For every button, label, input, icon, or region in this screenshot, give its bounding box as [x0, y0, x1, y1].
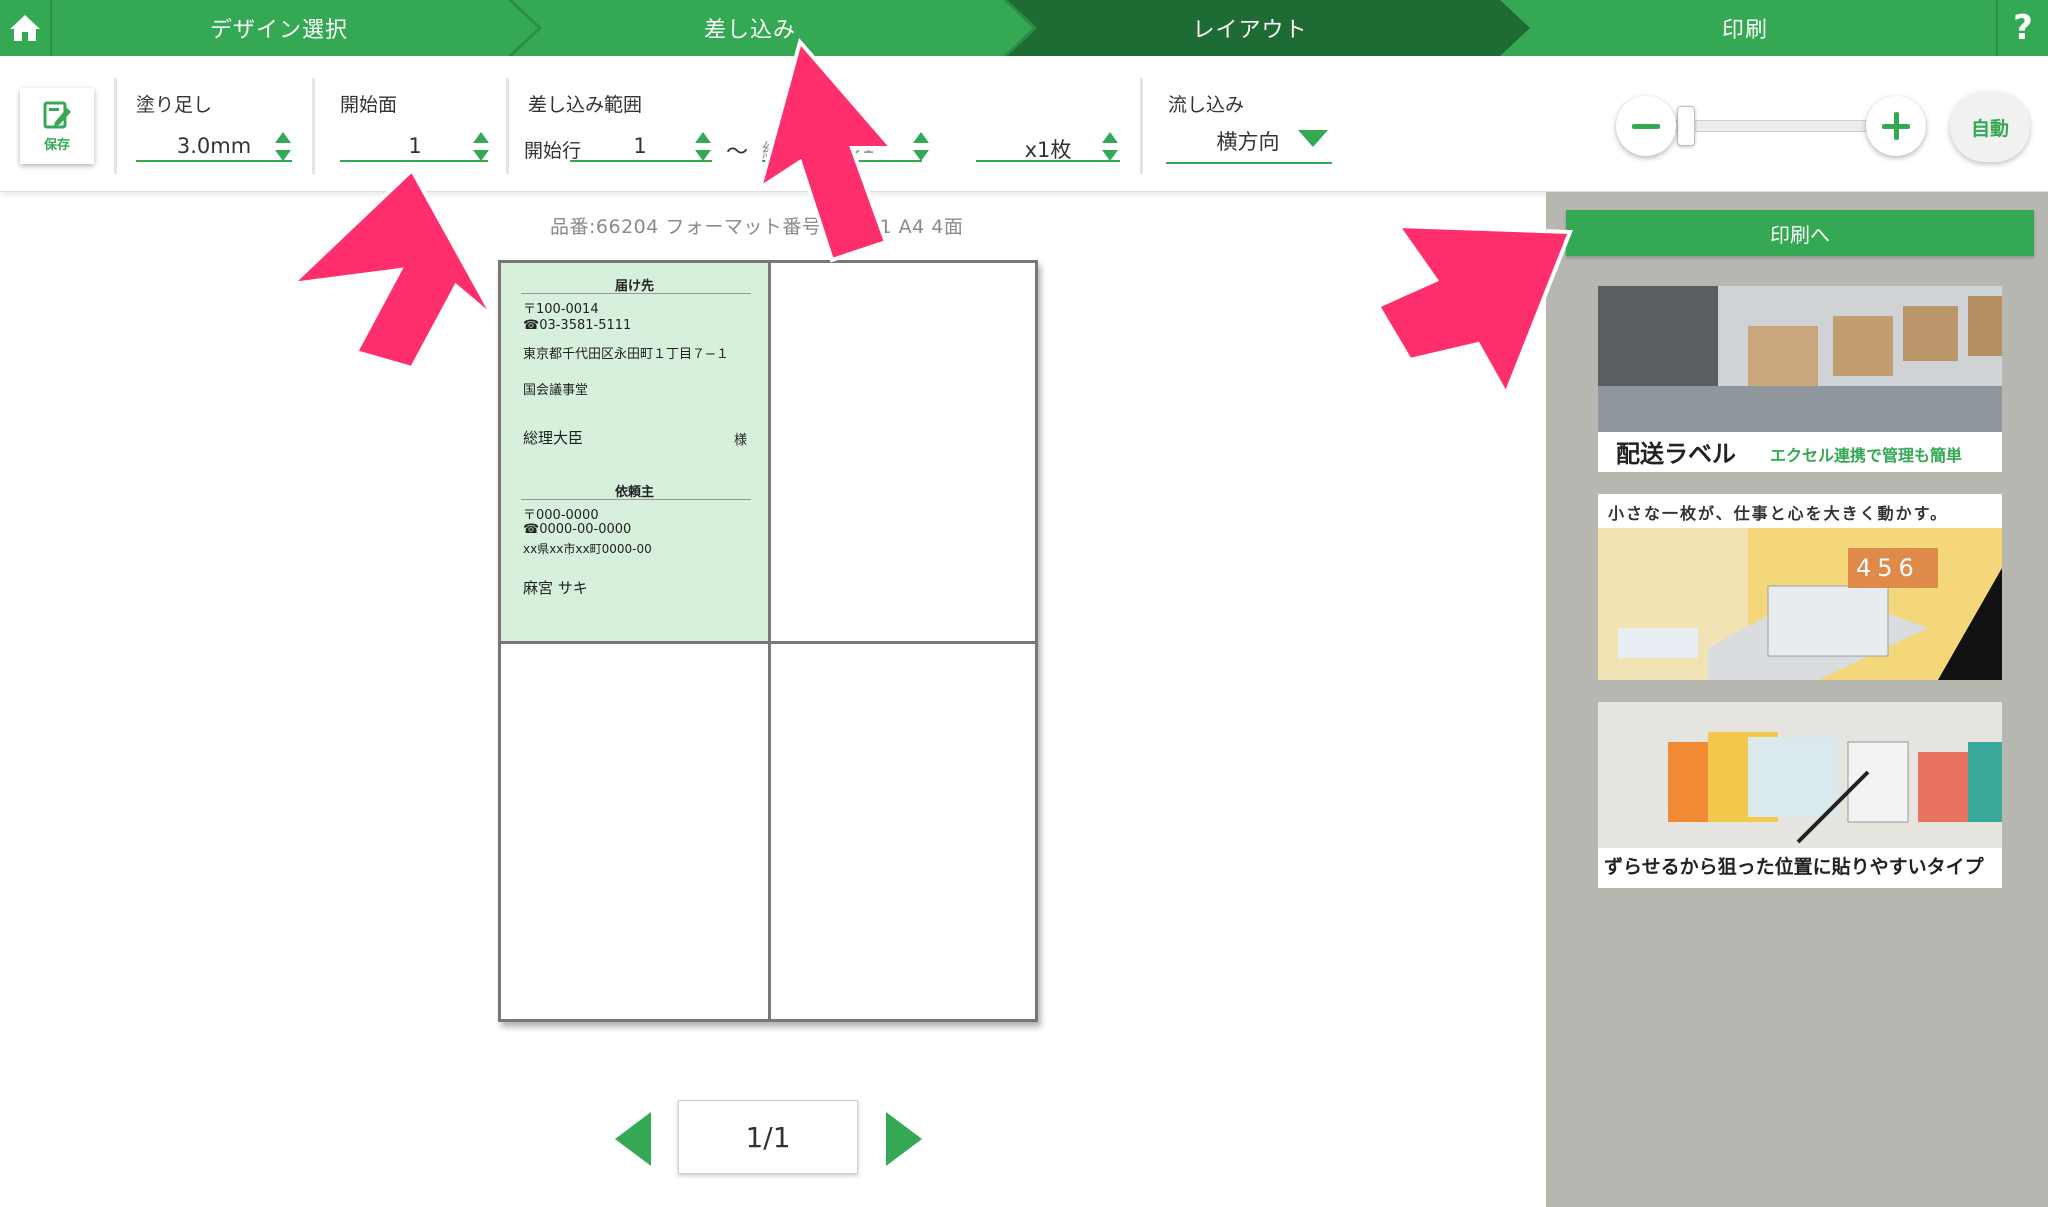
start-row-stepper[interactable]: [694, 132, 712, 164]
from-phone: ☎0000-00-0000: [523, 522, 632, 537]
divider: [312, 78, 315, 174]
to-address: 東京都千代田区永田町１丁目７−１: [523, 347, 729, 362]
page-indicator: 1/1: [678, 1100, 858, 1174]
range-separator: 〜: [726, 140, 749, 165]
save-icon: [43, 101, 71, 128]
label-cell-1[interactable]: 届け先 〒100-0014 ☎03-3581-5111 東京都千代田区永田町１丁…: [501, 263, 768, 641]
to-phone: ☎03-3581-5111: [523, 318, 632, 333]
step-print[interactable]: 印刷: [1530, 0, 1960, 56]
minus-icon: [1632, 123, 1660, 129]
save-button[interactable]: 保存: [20, 88, 94, 164]
end-stepper[interactable]: [912, 132, 930, 164]
from-name: 麻宮 サキ: [523, 579, 588, 597]
flow-label: 流し込み: [1168, 94, 1245, 116]
from-postal: 〒000-0000: [523, 508, 599, 523]
bleed-underline: [136, 160, 292, 162]
ad-image: [1598, 702, 2002, 848]
to-name: 総理大臣: [523, 429, 584, 447]
flow-dropdown-icon[interactable]: [1298, 130, 1328, 147]
arrow-icon: [286, 166, 496, 371]
divider: [521, 293, 751, 294]
divider: [521, 499, 751, 500]
step-bar: デザイン選択 差し込み レイアウト 印刷 ?: [0, 0, 2048, 56]
to-building: 国会議事堂: [523, 383, 589, 398]
start-row-label: 開始行: [524, 140, 582, 162]
step-layout[interactable]: レイアウト: [1035, 0, 1465, 56]
divider: [114, 78, 117, 174]
bleed-stepper[interactable]: [274, 132, 292, 164]
ad1-subcaption: エクセル連携で管理も簡単: [1770, 446, 1963, 465]
next-page-button[interactable]: [886, 1112, 922, 1166]
cell-divider: [501, 641, 1035, 644]
start-face-label: 開始面: [340, 94, 398, 116]
zoom-in-button[interactable]: [1866, 96, 1926, 156]
to-header: 届け先: [614, 279, 654, 294]
ad-banner-slide-label[interactable]: ずらせるから狙った位置に貼りやすいタイプ: [1598, 702, 2002, 888]
help-button[interactable]: ?: [1996, 0, 2048, 56]
bleed-label: 塗り足し: [136, 94, 213, 116]
go-to-print-button[interactable]: 印刷へ: [1566, 210, 2034, 256]
start-face-stepper[interactable]: [472, 132, 490, 164]
product-info: 品番:66204 フォーマット番号:4A411 A4 4面: [550, 216, 964, 238]
step-merge[interactable]: 差し込み: [540, 0, 960, 56]
start-row-value[interactable]: 1: [580, 134, 700, 158]
ad3-caption: ずらせるから狙った位置に貼りやすいタイプ: [1604, 856, 1984, 878]
start-face-value[interactable]: 1: [340, 134, 490, 158]
arrow-icon: [1375, 223, 1573, 399]
save-label: 保存: [43, 137, 70, 153]
zoom-slider-thumb[interactable]: [1676, 106, 1695, 146]
zoom-out-button[interactable]: [1616, 96, 1676, 156]
ad1-caption: 配送ラベル: [1616, 440, 1736, 468]
start-face-underline: [340, 160, 488, 162]
from-address: xx県xx市xx町0000-00: [523, 542, 652, 556]
bleed-value[interactable]: 3.0mm: [140, 134, 288, 158]
step-design[interactable]: デザイン選択: [54, 0, 504, 56]
from-header: 依頼主: [614, 485, 654, 500]
range-label: 差し込み範囲: [528, 94, 643, 116]
flow-underline: [1166, 162, 1332, 164]
ad-image: [1598, 286, 2002, 432]
label-sheet-preview: 届け先 〒100-0014 ☎03-3581-5111 東京都千代田区永田町１丁…: [498, 260, 1038, 1022]
to-postal: 〒100-0014: [523, 302, 599, 317]
ad-image: [1598, 528, 2002, 680]
copies-underline: [976, 160, 1120, 162]
ad-banner-small-card[interactable]: 小さな一枚が、仕事と心を大きく動かす。 456: [1598, 494, 2002, 680]
ad2-caption: 小さな一枚が、仕事と心を大きく動かす。: [1608, 504, 1949, 523]
ad2-numbers: 456: [1856, 554, 1920, 582]
end-value[interactable]: 101: [800, 134, 910, 158]
auto-fit-button[interactable]: 自動: [1950, 92, 2030, 162]
ad-banner-shipping-label[interactable]: 配送ラベル エクセル連携で管理も簡単: [1598, 286, 2002, 472]
to-honorific: 様: [734, 433, 748, 448]
start-row-underline: [570, 160, 712, 162]
copies-stepper[interactable]: [1101, 132, 1119, 164]
divider: [1140, 78, 1143, 174]
end-underline: [762, 160, 922, 162]
zoom-slider[interactable]: [1666, 120, 1898, 132]
prev-page-button[interactable]: [615, 1112, 651, 1166]
divider: [506, 78, 509, 174]
end-label: 終了: [762, 140, 801, 162]
